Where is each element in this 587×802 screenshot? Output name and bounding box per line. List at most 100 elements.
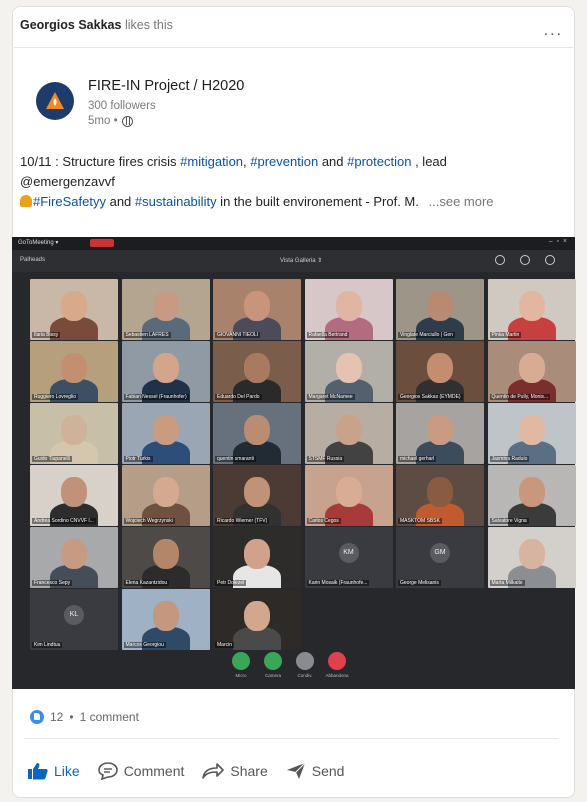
participant-name: quentin smaranti	[215, 456, 256, 462]
participant-face	[335, 353, 362, 383]
hashtag-protection[interactable]: #protection	[347, 154, 411, 169]
participant-face	[152, 539, 179, 569]
like-label: Like	[54, 763, 80, 779]
share-arrow-icon	[202, 763, 225, 779]
participant-tile: KL Kim Lindtuu	[30, 589, 118, 650]
liker-name[interactable]: Georgios Sakkas	[20, 18, 121, 32]
participant-tile: Marta Milkaite	[487, 527, 576, 588]
post-text-segment: in the built environement - Prof. M.	[216, 194, 419, 209]
participant-face	[244, 601, 270, 631]
participant-face	[152, 353, 179, 383]
participant-face	[244, 353, 270, 383]
send-button[interactable]: Send	[286, 762, 345, 780]
like-button[interactable]: Like	[28, 762, 80, 780]
post-age: 5mo •	[88, 115, 118, 127]
participant-name: Andrea Sordino CNVVF l...	[32, 518, 96, 524]
meeting-control-label: Camera	[264, 673, 281, 678]
participant-name: michael gerharl	[398, 456, 437, 462]
meeting-screenshot-image[interactable]: GoToMeeting ▾ – ▫ × Palheads Vista Galle…	[12, 237, 576, 689]
participant-tile: Petr Dolezel	[213, 527, 301, 588]
participant-tile: Andrea Sordino CNVVF l...	[30, 465, 118, 526]
participant-tile: Wojciech Wegrzynski	[121, 465, 210, 526]
hashtag-mitigation[interactable]: #mitigation	[180, 154, 243, 169]
participant-tile: Marcin	[213, 589, 301, 650]
participant-name: Eduardo Del Pardo	[215, 394, 262, 400]
participant-tile: Marcos Georgiou	[121, 589, 210, 650]
chat-icon	[520, 255, 530, 265]
comment-label: Comment	[123, 763, 185, 779]
participant-tile: Ricardo Wierner (TFV)	[213, 465, 301, 526]
participant-name: Salvatore Vigna	[489, 518, 529, 524]
participant-tile: Guido Tiupanelli	[30, 403, 118, 464]
participant-name: George Melisanis	[398, 580, 441, 586]
meeting-control-button	[264, 652, 282, 670]
author-block: FIRE-IN Project / H2020 300 followers 5m…	[88, 78, 244, 127]
participant-name: Margaret McNamee	[306, 394, 355, 400]
hashtag-prevention[interactable]: #prevention	[250, 154, 318, 169]
share-button[interactable]: Share	[202, 763, 268, 779]
participant-tile: Carlos Cegos	[304, 465, 393, 526]
gallery-view-selector: Vista Galleria ⇕	[280, 258, 323, 264]
comment-count[interactable]: 1 comment	[80, 710, 139, 724]
comment-button[interactable]: Comment	[97, 762, 185, 780]
participant-name: Carlos Cegos	[306, 518, 341, 524]
participant-name: Francesco Sepy	[32, 580, 73, 586]
meeting-app-name: GoToMeeting ▾	[18, 240, 59, 246]
participant-name: Marcin	[215, 642, 235, 648]
send-label: Send	[311, 763, 345, 779]
participant-grid: Ilaria Bissy Sebastien LAFRES GIOVANNI TIE…	[30, 279, 576, 650]
participant-name: GIOVANNI TIEOLI	[215, 332, 261, 338]
post-text-segment: 10/11 : Structure fires crisis	[20, 154, 181, 169]
participant-name: Karin Mosaik (Fraunhofe...	[306, 580, 370, 586]
more-options-button[interactable]: ...	[544, 22, 563, 40]
meeting-control-button	[328, 652, 346, 670]
participant-name: Wojciech Wegrzynski	[123, 518, 175, 524]
participant-tile: Ilaria Bissy	[30, 279, 118, 340]
participant-name: Pinka Martin	[489, 332, 522, 338]
participant-tile: Ruggiero Lovreglio	[30, 341, 118, 402]
participant-tile: Jasmina Radulo	[487, 403, 576, 464]
window-controls: – ▫ ×	[548, 238, 567, 245]
reactions-bar[interactable]: 12 • 1 comment	[30, 710, 139, 724]
participant-face	[244, 477, 270, 507]
meeting-control-button	[232, 652, 250, 670]
participant-name: Quentin de Pully, Monis...	[489, 394, 551, 400]
participant-name: Marcos Georgiou	[123, 642, 166, 648]
participant-initials: KM	[338, 543, 359, 563]
participant-face	[152, 601, 179, 631]
participant-face	[335, 415, 362, 445]
actions-divider	[24, 738, 559, 739]
participant-tile: Eduardo Del Pardo	[213, 341, 301, 402]
participant-face	[518, 477, 545, 507]
see-more-link[interactable]: ...see more	[429, 194, 494, 209]
post-time: 5mo •	[88, 115, 244, 127]
author-followers: 300 followers	[88, 100, 156, 112]
company-logo[interactable]	[36, 82, 74, 120]
participant-tile: Quentin de Pully, Monis...	[487, 341, 576, 402]
hashtag-sustainability[interactable]: #sustainability	[135, 194, 217, 209]
participant-face	[244, 415, 270, 445]
thumbs-up-icon	[28, 763, 48, 780]
participant-name: Ricardo Wierner (TFV)	[215, 518, 270, 524]
participant-face	[61, 353, 87, 383]
participant-face	[427, 291, 453, 321]
participant-initials: KL	[64, 605, 84, 625]
participant-face	[335, 477, 362, 507]
participant-tile: Pinka Martin	[487, 279, 576, 340]
participant-name: Guido Tiupanelli	[32, 456, 72, 462]
participant-tile: KM Karin Mosaik (Fraunhofe...	[304, 527, 393, 588]
hashtag-firesafety[interactable]: #FireSafetyy	[33, 194, 106, 209]
participant-name: Piotr Turkis	[123, 456, 153, 462]
participant-name: Georgios Sakkas (EYMDE)	[398, 394, 463, 400]
reaction-count[interactable]: 12	[50, 710, 63, 724]
recording-indicator	[90, 239, 114, 247]
meeting-titlebar: GoToMeeting ▾ – ▫ ×	[12, 237, 575, 250]
mention-emergenzavvf[interactable]: @emergenzavvf	[20, 174, 115, 189]
participant-tile: Rafaella Bertrand	[304, 279, 393, 340]
participant-face	[61, 291, 87, 321]
post-text-segment: , lead	[411, 154, 447, 169]
author-name[interactable]: FIRE-IN Project / H2020	[88, 78, 244, 94]
participant-name: Fabian Nessel (Fraunhofer)	[123, 394, 189, 400]
participant-name: Petr Dolezel	[215, 580, 247, 586]
participant-face	[427, 353, 453, 383]
